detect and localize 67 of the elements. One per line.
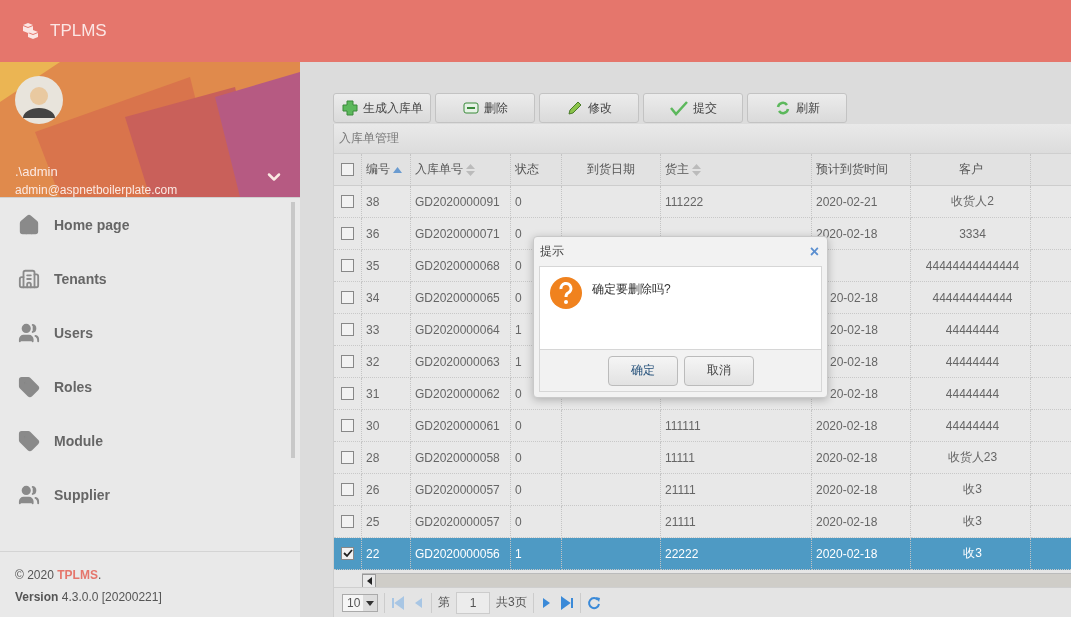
row-checkbox[interactable] (341, 547, 354, 560)
table-row[interactable]: 26 GD2020000057 0 21111 2020-02-18 收3 (334, 474, 1071, 506)
table-row[interactable]: 30 GD2020000061 0 111111 2020-02-18 44444444 (334, 410, 1071, 442)
menu-item[interactable]: Home page (0, 198, 300, 252)
page-label: 第 (438, 594, 450, 611)
page-input[interactable]: 1 (456, 591, 490, 614)
menu-item[interactable]: Roles (0, 360, 300, 414)
people-icon (18, 484, 40, 506)
row-checkbox[interactable] (341, 227, 354, 240)
question-icon (550, 277, 582, 309)
toolbar-button[interactable]: 删除 (435, 93, 535, 123)
refresh-icon[interactable] (586, 595, 601, 610)
version-text: Version 4.3.0.0 [20200221] (15, 590, 163, 604)
row-checkbox[interactable] (341, 259, 354, 272)
tag-icon (18, 430, 40, 452)
home-icon (18, 214, 40, 236)
plus-icon (341, 100, 358, 116)
sort-ascending-icon[interactable] (393, 166, 402, 173)
people-icon (18, 322, 40, 344)
row-checkbox[interactable] (341, 387, 354, 400)
menu-item[interactable]: Tenants (0, 252, 300, 306)
table-row[interactable]: 25 GD2020000057 0 21111 2020-02-18 收3 (334, 506, 1071, 538)
table-cell: 22 (362, 538, 411, 570)
building-icon (18, 268, 40, 290)
dialog-message: 确定要删除吗? (592, 281, 671, 298)
menu-item[interactable]: Supplier (0, 468, 300, 522)
toolbar-button[interactable]: 生成入库单 (333, 93, 431, 123)
row-checkbox[interactable] (341, 419, 354, 432)
last-page-icon[interactable] (559, 595, 574, 610)
menu-item[interactable]: Module (0, 414, 300, 468)
row-checkbox[interactable] (341, 451, 354, 464)
page-size-select[interactable]: 10 (342, 593, 378, 612)
row-checkbox[interactable] (341, 291, 354, 304)
app-title: TPLMS (50, 21, 107, 41)
row-checkbox[interactable] (341, 355, 354, 368)
toolbar-button[interactable]: 刷新 (747, 93, 847, 123)
minus-icon (462, 102, 479, 114)
scroll-left-icon[interactable] (366, 577, 372, 585)
toolbar-button[interactable]: 修改 (539, 93, 639, 123)
tag-icon (18, 376, 40, 398)
table-cell: 22222 (661, 538, 812, 570)
horizontal-scrollbar[interactable] (362, 573, 1071, 587)
row-checkbox[interactable] (341, 163, 354, 176)
refresh-icon (774, 100, 791, 116)
table-row[interactable]: 28 GD2020000058 0 11111 2020-02-18 收货人23 (334, 442, 1071, 474)
table-row[interactable]: 38 GD2020000091 0 111222 2020-02-21 收货人2 (334, 186, 1071, 218)
dialog-button[interactable]: 取消 (683, 355, 754, 386)
copyright-text: © 2020 TPLMS. (15, 568, 103, 582)
check-icon (669, 100, 688, 116)
dialog-button[interactable]: 确定 (607, 355, 678, 386)
table-cell: 2020-02-18 (812, 538, 911, 570)
avatar (15, 76, 63, 124)
row-checkbox[interactable] (341, 323, 354, 336)
menu-item[interactable]: Users (0, 306, 300, 360)
page-count: 共3页 (496, 594, 527, 611)
user-email: admin@aspnetboilerplate.com (15, 183, 178, 197)
row-checkbox[interactable] (341, 195, 354, 208)
table-cell: 收3 (911, 538, 1031, 570)
row-checkbox[interactable] (341, 483, 354, 496)
row-checkbox[interactable] (341, 515, 354, 528)
table-cell: GD2020000056 (411, 538, 511, 570)
user-name: .\admin (15, 164, 58, 179)
pencil-icon (566, 100, 583, 116)
toolbar-button[interactable]: 提交 (643, 93, 743, 123)
dropdown-icon[interactable] (363, 594, 377, 611)
table-row[interactable]: 22 GD2020000056 1 22222 2020-02-18 收3 (334, 538, 1071, 570)
table-cell: 1 (511, 538, 562, 570)
